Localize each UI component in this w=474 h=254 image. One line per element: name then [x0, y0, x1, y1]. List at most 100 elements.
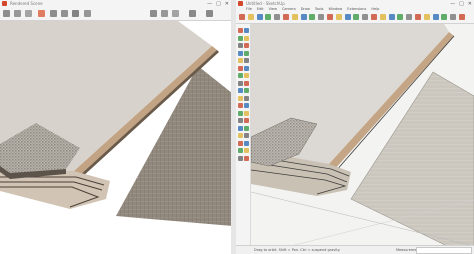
toolbar-tool-icon[interactable] [441, 14, 448, 20]
save-icon[interactable] [3, 10, 10, 17]
right-window-controls: — □ ✕ [450, 0, 472, 7]
side-tool-icon[interactable] [244, 80, 249, 86]
toolbar-tool-icon[interactable] [362, 14, 369, 20]
side-tool-icon[interactable] [238, 35, 243, 41]
side-tool-icon[interactable] [238, 103, 243, 108]
left-window-controls: — □ ✕ [207, 0, 229, 7]
main-toolbar [236, 12, 474, 24]
toolbar-tool-icon[interactable] [300, 14, 307, 20]
side-tool-icon[interactable] [238, 155, 243, 161]
side-tool-icon[interactable] [244, 110, 249, 116]
side-tool-icon[interactable] [244, 50, 249, 56]
sketchup-logo-icon [238, 1, 243, 6]
side-tool-icon[interactable] [238, 95, 243, 101]
toolbar-tool-icon[interactable] [265, 14, 272, 20]
undo-icon[interactable] [189, 10, 196, 17]
render-icon[interactable] [38, 10, 45, 17]
app-logo-icon [2, 1, 7, 6]
maximize-button[interactable]: □ [459, 1, 464, 7]
side-tool-icon[interactable] [238, 65, 243, 71]
toolbar-tool-icon[interactable] [397, 14, 404, 20]
toolbar-tool-icon[interactable] [247, 14, 254, 20]
export-icon[interactable] [172, 10, 179, 17]
side-tool-icon[interactable] [244, 28, 249, 33]
large-tool-set [236, 24, 251, 246]
toolbar-tool-icon[interactable] [318, 14, 325, 20]
image-icon[interactable] [50, 10, 57, 17]
side-tool-icon[interactable] [244, 88, 249, 93]
side-tool-icon[interactable] [244, 103, 249, 108]
toolbar-tool-icon[interactable] [371, 14, 377, 20]
side-tool-icon[interactable] [244, 73, 249, 78]
right-title-bar: Untitled - SketchUp — □ ✕ [236, 0, 474, 7]
side-tool-icon[interactable] [238, 80, 243, 86]
toolbar-tool-icon[interactable] [309, 14, 316, 20]
toolbar-tool-icon[interactable] [327, 14, 333, 20]
status-hint: Drag to orbit. Shift = Pan. Ctrl = suspe… [254, 248, 341, 252]
side-tool-icon[interactable] [244, 140, 249, 146]
toolbar-tool-icon[interactable] [344, 14, 351, 20]
side-tool-icon[interactable] [238, 43, 243, 48]
render-viewport[interactable] [0, 21, 231, 254]
side-tool-icon[interactable] [244, 155, 249, 161]
toolbar-tool-icon[interactable] [379, 14, 386, 20]
minimize-button[interactable]: — [207, 1, 212, 7]
side-tool-icon[interactable] [244, 65, 249, 71]
settings-icon[interactable] [150, 10, 157, 17]
render-window: Rendered Scene — □ ✕ [0, 0, 232, 254]
toolbar-tool-icon[interactable] [335, 14, 342, 20]
side-tool-icon[interactable] [244, 148, 249, 153]
side-tool-icon[interactable] [238, 28, 243, 33]
side-tool-icon[interactable] [238, 133, 243, 138]
toolbar-tool-icon[interactable] [353, 14, 360, 20]
side-tool-icon[interactable] [238, 73, 243, 78]
folder-icon[interactable] [25, 10, 32, 17]
measurements-input[interactable] [416, 247, 472, 254]
side-tool-icon[interactable] [244, 118, 249, 123]
channels-icon[interactable] [161, 10, 168, 17]
toolbar-tool-icon[interactable] [291, 14, 298, 20]
toolbar-tool-icon[interactable] [256, 14, 263, 20]
close-button[interactable]: ✕ [468, 1, 472, 7]
toolbar-tool-icon[interactable] [406, 14, 413, 20]
redo-icon[interactable] [206, 10, 213, 17]
render-scene [0, 21, 231, 226]
side-tool-icon[interactable] [244, 58, 249, 63]
left-window-title: Rendered Scene [10, 1, 43, 6]
model-scene [251, 24, 474, 246]
side-tool-icon[interactable] [238, 148, 243, 153]
side-tool-icon[interactable] [238, 118, 243, 123]
side-tool-icon[interactable] [238, 125, 243, 131]
minimize-button[interactable]: — [450, 1, 455, 7]
toolbar-tool-icon[interactable] [423, 14, 430, 20]
sketchup-window: Untitled - SketchUp — □ ✕ File Edit View Ca… [236, 0, 474, 254]
side-tool-icon[interactable] [238, 50, 243, 56]
copy-icon[interactable] [14, 10, 21, 17]
toolbar-tool-icon[interactable] [459, 14, 465, 20]
compare-icon[interactable] [84, 10, 91, 17]
side-tool-icon[interactable] [244, 133, 249, 138]
toolbar-tool-icon[interactable] [415, 14, 421, 20]
toolbar-tool-icon[interactable] [274, 14, 281, 20]
side-tool-icon[interactable] [244, 35, 249, 41]
right-window-title: Untitled - SketchUp [246, 1, 285, 6]
left-title-bar: Rendered Scene — □ ✕ [0, 0, 231, 7]
side-tool-icon[interactable] [244, 43, 249, 48]
side-tool-icon[interactable] [238, 88, 243, 93]
toolbar-tool-icon[interactable] [239, 14, 245, 20]
region-icon[interactable] [61, 10, 68, 17]
model-viewport[interactable] [251, 24, 474, 246]
side-tool-icon[interactable] [244, 125, 249, 131]
layers-icon[interactable] [72, 10, 79, 17]
side-tool-icon[interactable] [238, 140, 243, 146]
toolbar-tool-icon[interactable] [432, 14, 439, 20]
toolbar-tool-icon[interactable] [388, 14, 395, 20]
side-tool-icon[interactable] [238, 110, 243, 116]
toolbar-tool-icon[interactable] [450, 14, 457, 20]
maximize-button[interactable]: □ [216, 1, 221, 7]
side-tool-icon[interactable] [238, 58, 243, 63]
status-bar: Drag to orbit. Shift = Pan. Ctrl = suspe… [236, 245, 474, 254]
toolbar-tool-icon[interactable] [283, 14, 289, 20]
side-tool-icon[interactable] [244, 95, 249, 101]
close-button[interactable]: ✕ [225, 1, 229, 7]
